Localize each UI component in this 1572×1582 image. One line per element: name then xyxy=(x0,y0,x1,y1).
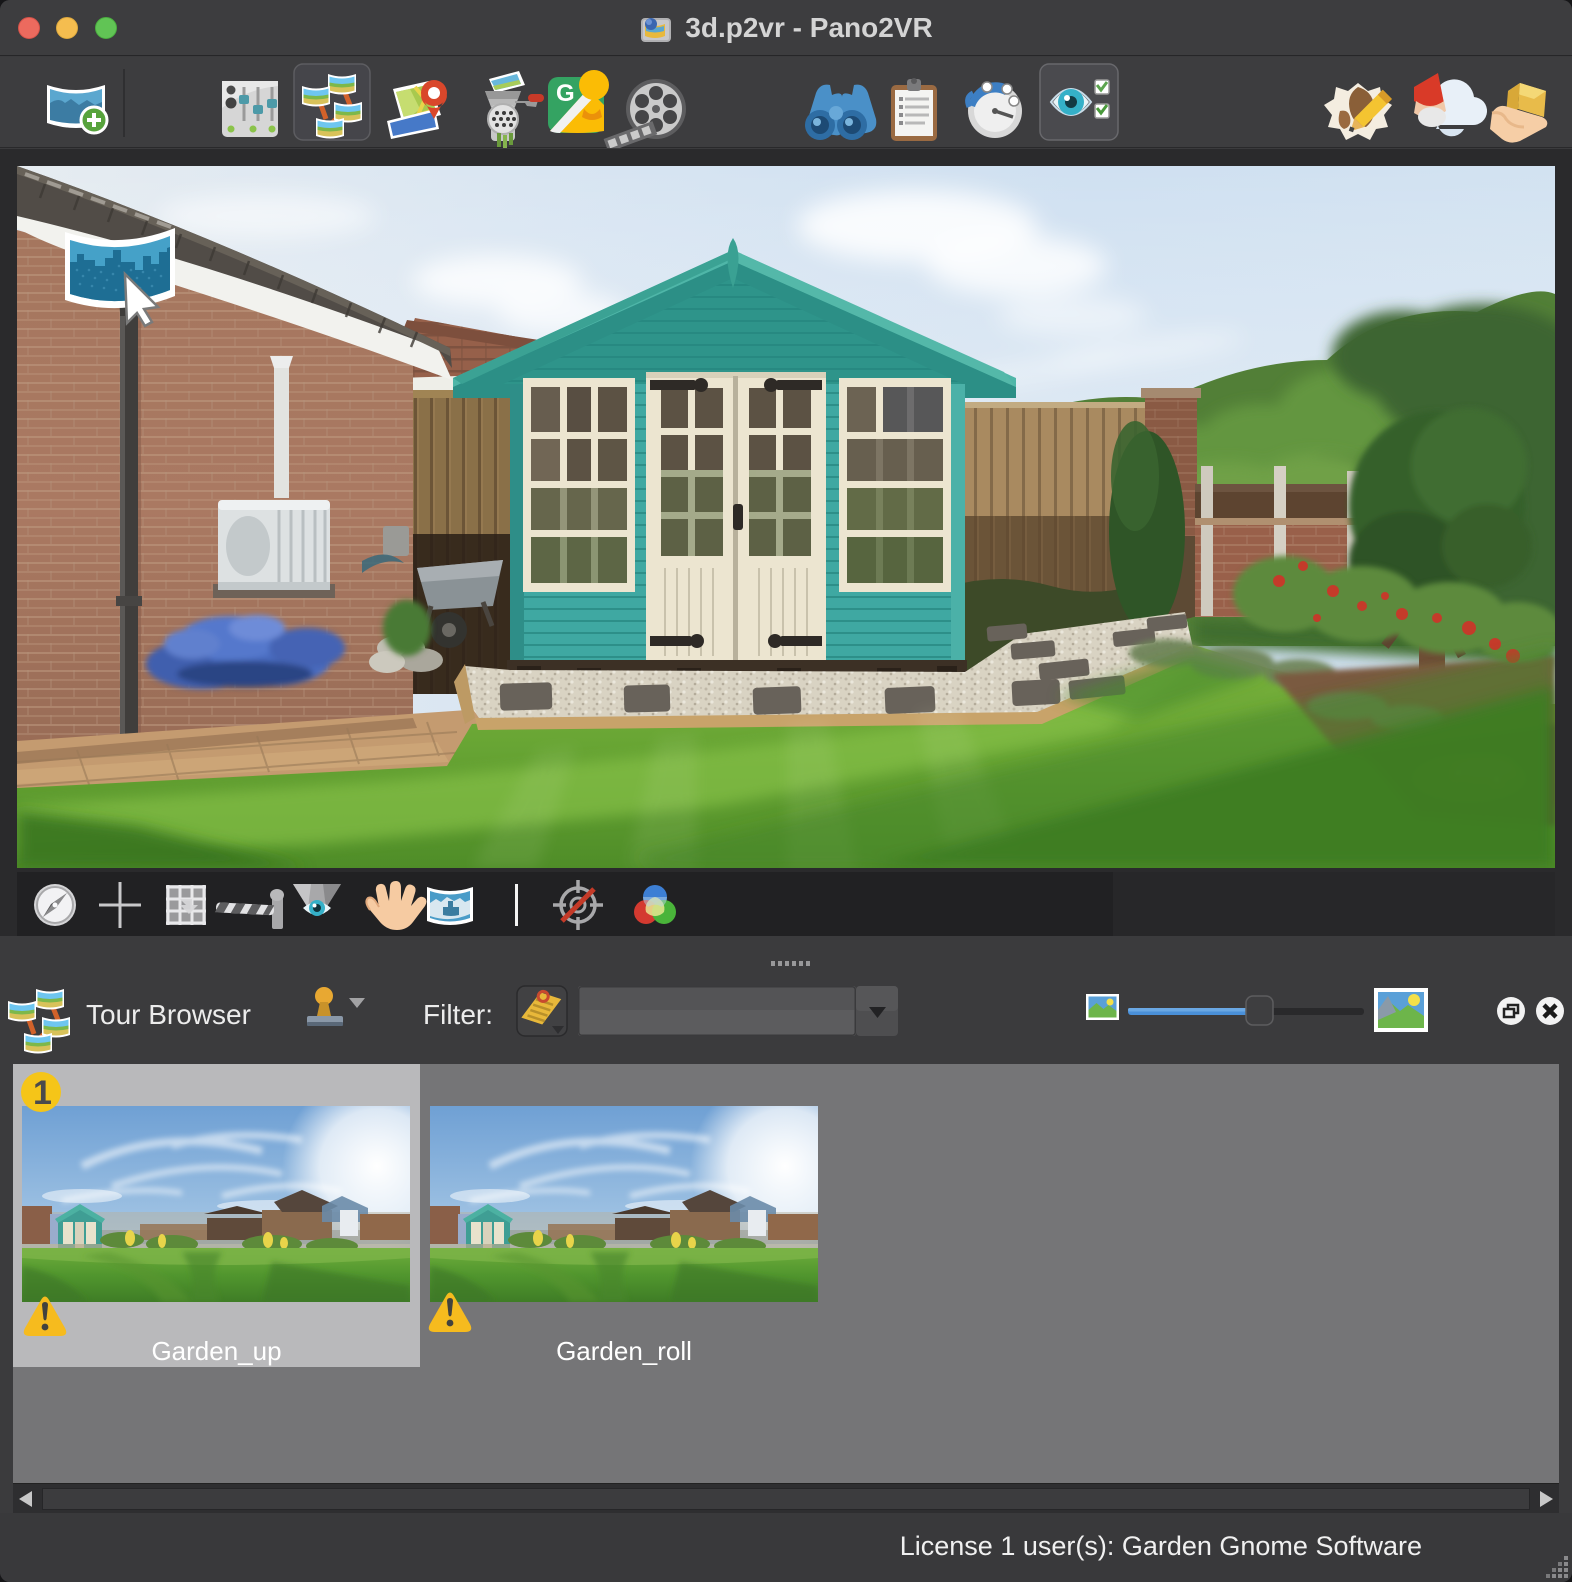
svg-text:1: 1 xyxy=(33,1074,52,1112)
svg-text:Filter:: Filter: xyxy=(423,999,493,1030)
svg-text:Tour Browser: Tour Browser xyxy=(86,999,251,1030)
